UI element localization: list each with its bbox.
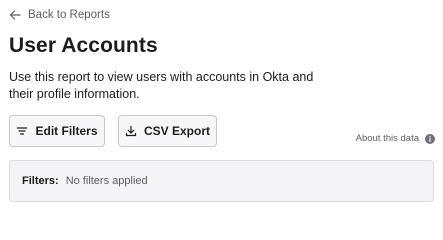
filters-label: Filters:: [22, 175, 59, 187]
page-title: User Accounts: [9, 34, 158, 57]
csv-export-label: CSV Export: [143, 124, 210, 138]
about-this-data-label: About this data: [355, 133, 419, 144]
arrow-left-icon: [9, 9, 21, 21]
download-icon: [125, 125, 137, 137]
back-link-label: Back to Reports: [28, 9, 110, 21]
page-description: Use this report to view users with accou…: [9, 70, 314, 101]
edit-filters-label: Edit Filters: [35, 124, 98, 138]
report-page: Back to Reports User Accounts Use this r…: [0, 0, 443, 212]
filters-value: No filters applied: [65, 175, 148, 187]
info-icon[interactable]: [425, 133, 435, 144]
csv-export-button[interactable]: CSV Export: [118, 115, 217, 147]
filter-lines-icon: [16, 125, 28, 137]
applied-filters-panel: Filters: No filters applied: [9, 160, 434, 202]
back-to-reports-link[interactable]: Back to Reports: [9, 6, 110, 24]
edit-filters-button[interactable]: Edit Filters: [9, 115, 105, 147]
about-this-data-link[interactable]: About this data: [356, 133, 435, 144]
